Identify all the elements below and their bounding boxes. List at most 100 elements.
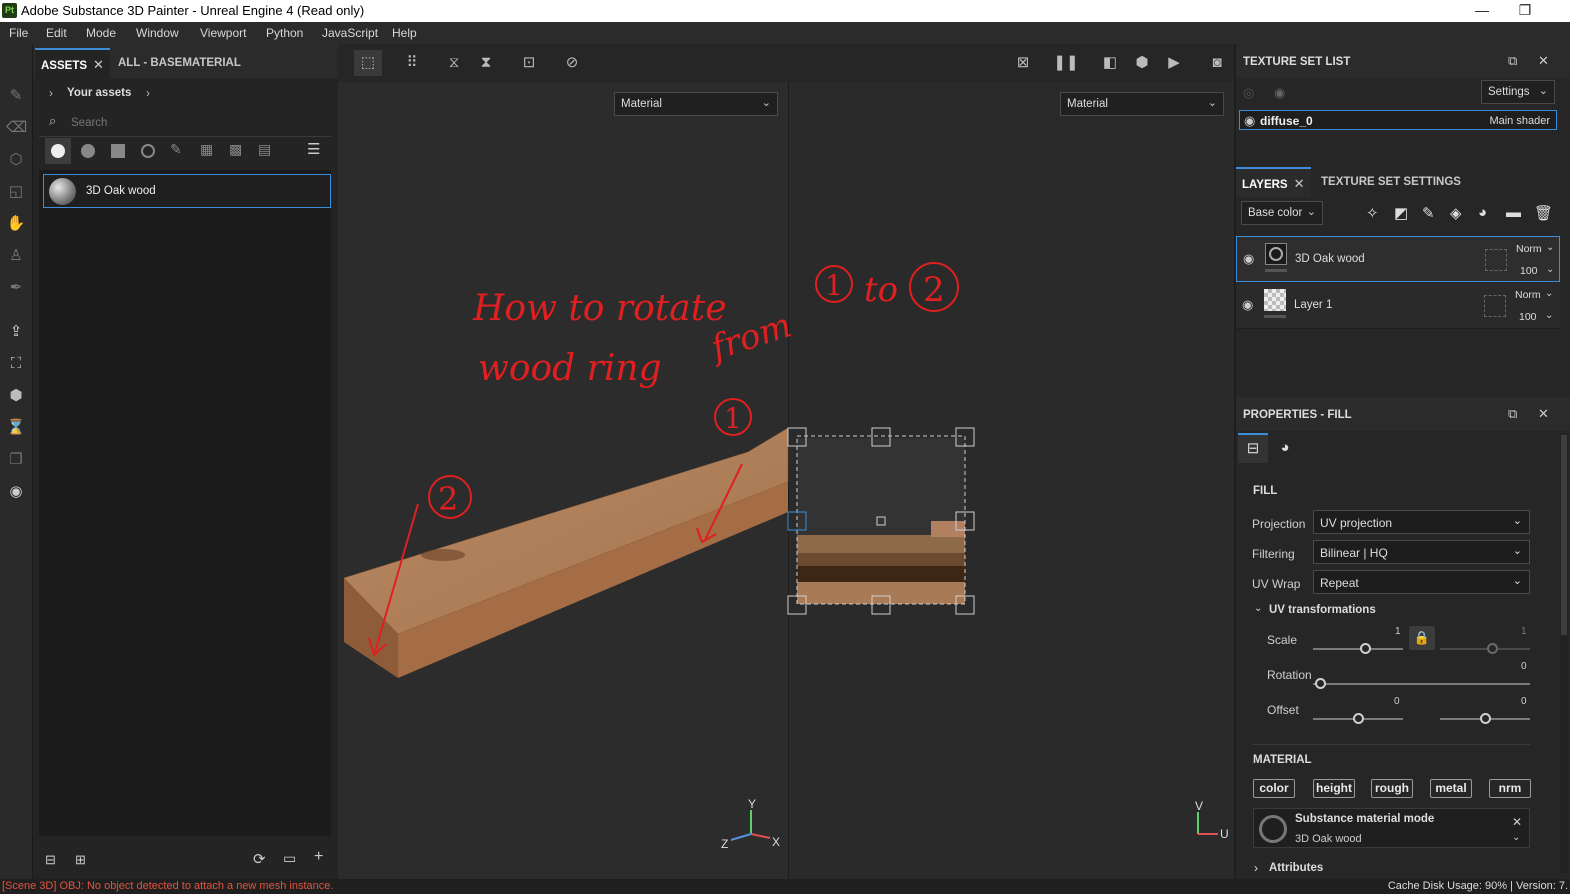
offset-v-slider-knob[interactable] <box>1480 713 1491 724</box>
lock-icon[interactable]: 🔒 <box>1409 626 1435 650</box>
channel-nrm-toggle[interactable]: nrm <box>1489 779 1531 798</box>
add-effect-icon[interactable]: ✧ <box>1366 204 1379 222</box>
channel-color-toggle[interactable]: color <box>1253 779 1295 798</box>
video-camera-icon[interactable]: ▶ <box>1160 50 1188 76</box>
fill-layer-icon[interactable]: ◈ <box>1450 204 1462 222</box>
visibility-icon[interactable]: ◎ <box>1243 85 1254 101</box>
mirror-x-icon[interactable]: ⧖ <box>440 50 468 76</box>
maximize-icon[interactable]: ⧉ <box>1508 53 1517 69</box>
chevron-right-icon[interactable]: › <box>1254 861 1258 875</box>
eye-icon[interactable]: ◉ <box>1243 251 1254 267</box>
projection-dropdown[interactable]: UV projection ⌄ <box>1313 510 1530 534</box>
close-icon[interactable]: ✕ <box>1294 176 1305 191</box>
chevron-down-icon[interactable]: ⌄ <box>1545 288 1553 299</box>
uvwrap-dropdown[interactable]: Repeat ⌄ <box>1313 570 1530 594</box>
filter-icon[interactable] <box>141 144 155 158</box>
minimize-button[interactable]: — <box>1462 1 1502 21</box>
close-icon[interactable]: ✕ <box>1512 815 1522 829</box>
rotation-slider[interactable] <box>1313 683 1530 685</box>
brush-icon[interactable]: ✎ <box>170 141 182 158</box>
blend-mode[interactable]: Norm <box>1515 289 1541 301</box>
channel-dropdown[interactable]: Base color ⌄ <box>1241 201 1323 225</box>
scale-slider-secondary[interactable] <box>1440 648 1530 650</box>
menu-file[interactable]: File <box>9 26 28 40</box>
chevron-down-icon[interactable]: ⌄ <box>1512 832 1520 843</box>
layer-mask-slot[interactable] <box>1485 249 1507 271</box>
chevron-down-icon[interactable]: ⌄ <box>1546 242 1554 253</box>
chevron-down-icon[interactable]: ⌄ <box>1254 603 1262 614</box>
chevron-right-icon[interactable]: › <box>49 86 53 100</box>
tab-texture-set-settings[interactable]: TEXTURE SET SETTINGS <box>1315 167 1467 197</box>
eraser-icon[interactable]: ⌫ <box>6 118 27 138</box>
folder-icon[interactable]: ▬ <box>1506 204 1521 221</box>
blend-mode[interactable]: Norm <box>1516 243 1542 255</box>
smudge-icon[interactable]: ✋ <box>6 214 26 234</box>
chevron-down-icon[interactable]: ⌄ <box>1545 310 1553 321</box>
import-icon[interactable]: ⊟ <box>45 852 56 868</box>
layer-row[interactable]: ◉ Layer 1 Norm ⌄ 100 ⌄ <box>1236 283 1560 329</box>
hourglass-icon[interactable]: ⌛ <box>6 418 26 438</box>
texture-icon[interactable]: ▩ <box>229 141 242 158</box>
new-library-icon[interactable]: ⊞ <box>75 852 86 868</box>
menu-help[interactable]: Help <box>392 26 417 40</box>
camera-icon[interactable]: ◉ <box>6 482 26 502</box>
close-icon[interactable]: ✕ <box>93 57 104 72</box>
opacity-value[interactable]: 100 <box>1519 311 1537 323</box>
scale-value-secondary[interactable]: 1 <box>1521 626 1527 637</box>
select-tool-icon[interactable]: ⬚ <box>354 50 382 76</box>
rotation-value[interactable]: 0 <box>1521 661 1527 672</box>
eye-icon[interactable]: ◉ <box>1244 113 1255 129</box>
chevron-right-icon[interactable]: › <box>146 86 150 100</box>
properties-scrollbar[interactable] <box>1560 433 1568 873</box>
offset-u-value[interactable]: 0 <box>1394 696 1400 707</box>
menu-mode[interactable]: Mode <box>86 26 116 40</box>
eye-icon[interactable]: ◉ <box>1242 297 1253 313</box>
environment-icon[interactable]: ▤ <box>258 141 271 158</box>
chevron-down-icon[interactable]: ⌄ <box>1546 264 1554 275</box>
list-view-icon[interactable]: ☰ <box>307 140 320 158</box>
layers-stack-icon[interactable]: ❐ <box>6 450 26 470</box>
rotation-slider-knob[interactable] <box>1315 678 1326 689</box>
mirror-y-icon[interactable]: ⧗ <box>472 50 500 76</box>
channel-height-toggle[interactable]: height <box>1313 779 1355 798</box>
tab-layers[interactable]: LAYERS ✕ <box>1236 167 1311 197</box>
pause-icon[interactable]: ❚❚ <box>1052 50 1080 76</box>
material-mode-box[interactable]: Substance material mode 3D Oak wood ✕ ⌄ <box>1253 808 1530 848</box>
paint-brush-icon[interactable]: ✎ <box>6 86 26 106</box>
attributes-heading[interactable]: Attributes <box>1269 862 1323 874</box>
paint-layer-icon[interactable]: ✎ <box>1422 204 1435 222</box>
refresh-icon[interactable]: ⟳ <box>253 850 266 868</box>
close-icon[interactable]: ✕ <box>1538 406 1549 422</box>
smart-material-icon[interactable]: ◕ <box>1478 204 1487 221</box>
shader-name[interactable]: Main shader <box>1489 115 1550 127</box>
scale-slider-knob-secondary[interactable] <box>1487 643 1498 654</box>
frame-icon[interactable]: ⊡ <box>515 50 543 76</box>
scrollbar-thumb[interactable] <box>1561 435 1567 635</box>
scale-slider-knob[interactable] <box>1360 643 1371 654</box>
eye-icon[interactable]: ◉ <box>1274 85 1285 101</box>
tab-all-basematerial[interactable]: ALL - BASEMATERIAL <box>112 48 247 78</box>
menu-viewport[interactable]: Viewport <box>200 26 246 40</box>
search-input[interactable] <box>71 114 321 132</box>
layer-mask-slot[interactable] <box>1484 295 1506 317</box>
scale-slider[interactable] <box>1313 648 1403 650</box>
projection-icon[interactable]: ⬡ <box>6 150 26 170</box>
layer-row[interactable]: ◉ 3D Oak wood Norm ⌄ 100 ⌄ <box>1236 236 1560 282</box>
filter-materials-button[interactable] <box>45 138 71 164</box>
screenshot-icon[interactable]: ◙ <box>1203 50 1231 76</box>
menu-edit[interactable]: Edit <box>46 26 67 40</box>
list-item[interactable]: 3D Oak wood <box>43 174 331 208</box>
menu-javascript[interactable]: JavaScript <box>322 26 378 40</box>
tab-assets[interactable]: ASSETS ✕ <box>35 48 110 78</box>
bake-icon[interactable]: ⛶ <box>6 354 26 374</box>
breadcrumb[interactable]: Your assets <box>67 87 131 99</box>
cube-icon[interactable]: ⬢ <box>1128 50 1156 76</box>
mask-icon[interactable] <box>111 144 125 158</box>
restore-button[interactable]: ❐ <box>1505 1 1545 21</box>
offset-v-value[interactable]: 0 <box>1521 696 1527 707</box>
scale-value[interactable]: 1 <box>1395 626 1401 637</box>
folder-icon[interactable]: ▭ <box>283 850 296 867</box>
alpha-icon[interactable]: ▦ <box>200 141 213 158</box>
maximize-icon[interactable]: ⧉ <box>1508 406 1517 422</box>
menu-python[interactable]: Python <box>266 26 303 40</box>
